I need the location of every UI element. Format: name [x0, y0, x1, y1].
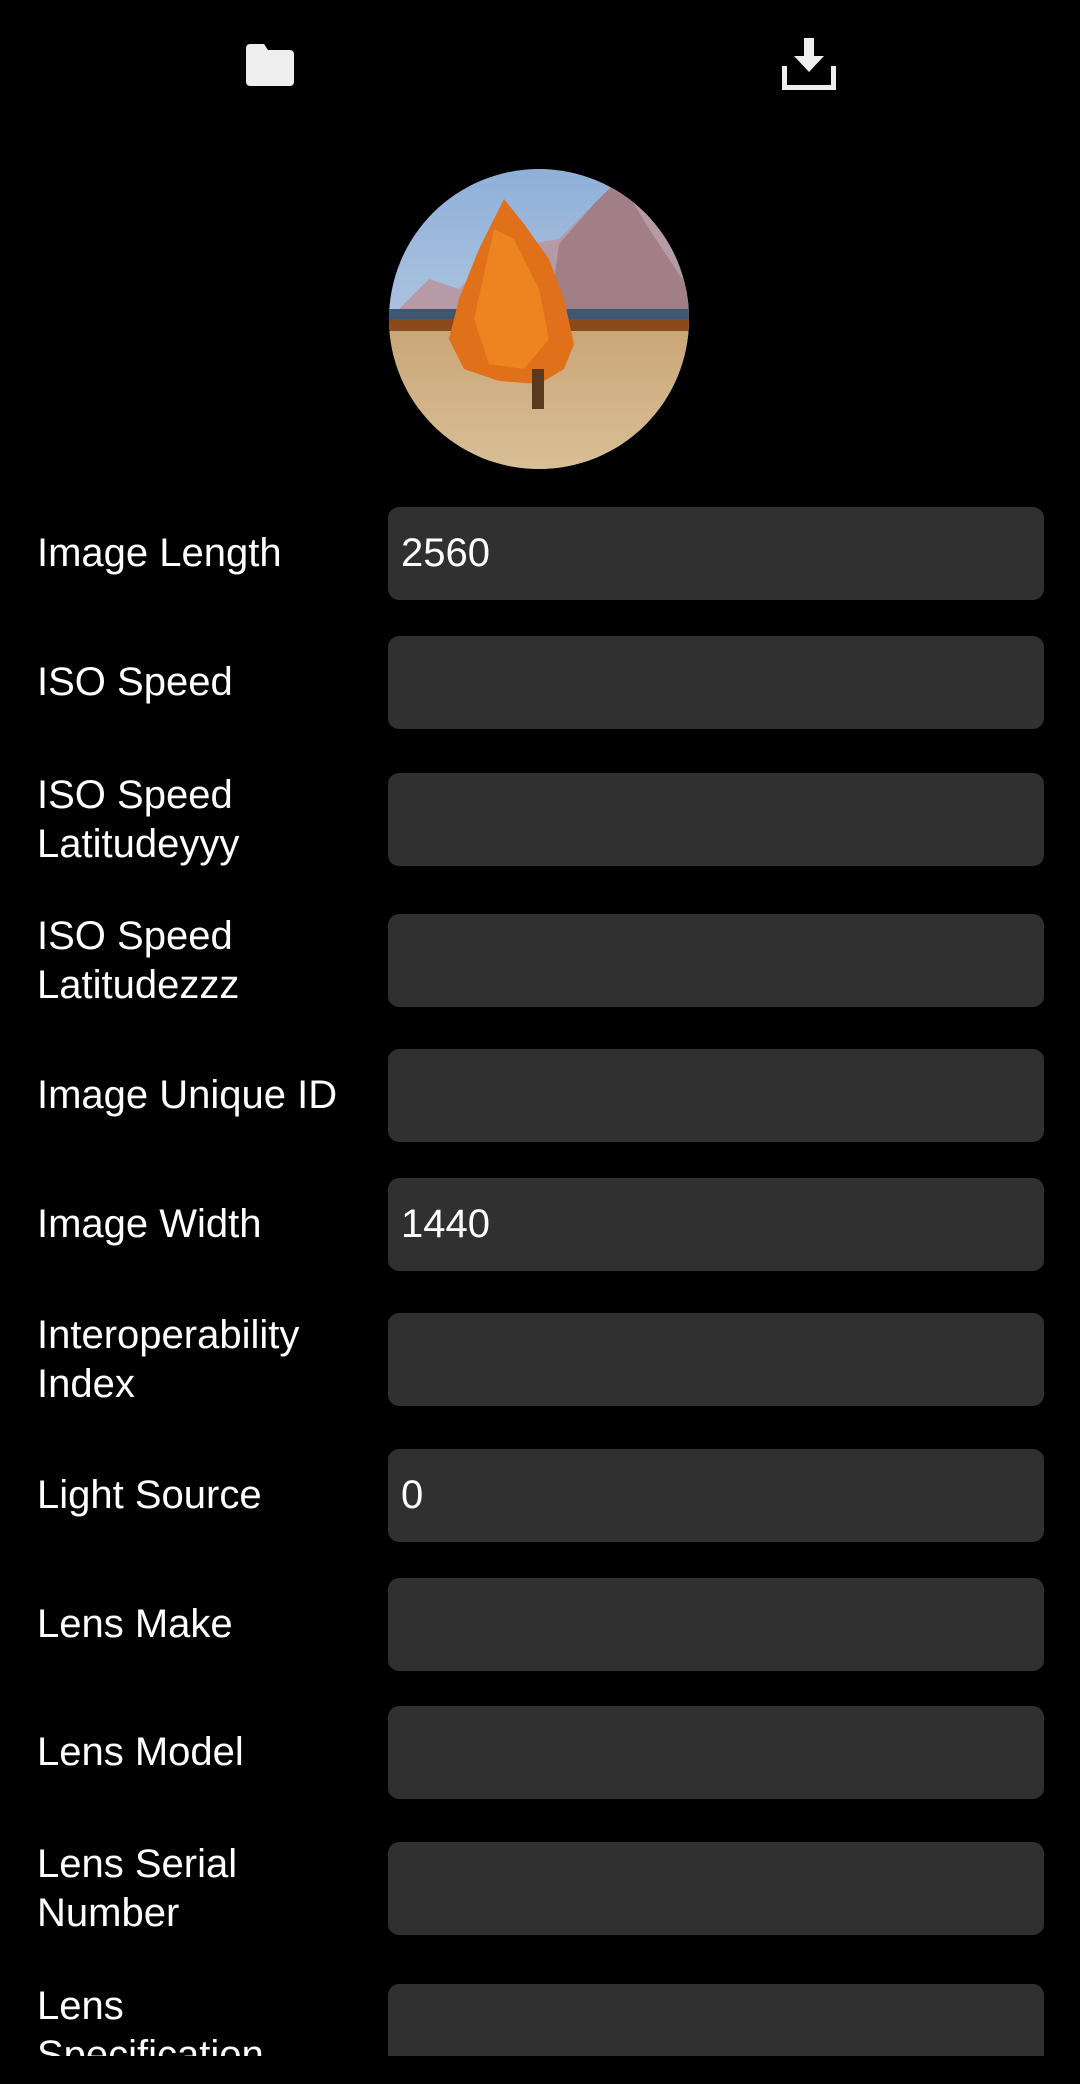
image-width-input[interactable]: [388, 1178, 1044, 1271]
light-source-input[interactable]: [388, 1449, 1044, 1542]
lens-model-input[interactable]: [388, 1706, 1044, 1799]
field-row-iso-speed: ISO Speed: [0, 636, 1080, 729]
field-label: Lens Model: [37, 1730, 244, 1774]
image-unique-id-input[interactable]: [388, 1049, 1044, 1142]
field-row-light-source: Light Source: [0, 1449, 1080, 1542]
field-row-image-width: Image Width: [0, 1178, 1080, 1271]
iso-speed-input[interactable]: [388, 636, 1044, 729]
field-label: Lens Make: [37, 1602, 233, 1646]
interoperability-index-input[interactable]: [388, 1313, 1044, 1406]
field-row-image-unique-id: Image Unique ID: [0, 1049, 1080, 1142]
field-row-iso-speed-latitudezzz: ISO Speed Latitudezzz: [0, 914, 1080, 1007]
field-label: ISO Speed Latitudeyyy: [37, 772, 240, 866]
image-length-input[interactable]: [388, 507, 1044, 600]
field-row-lens-serial-number: Lens Serial Number: [0, 1842, 1080, 1935]
field-row-interoperability-index: Interoperability Index: [0, 1313, 1080, 1406]
field-row-lens-model: Lens Model: [0, 1706, 1080, 1799]
lens-specification-input[interactable]: [388, 1984, 1044, 2056]
exif-field-list[interactable]: Image Length ISO Speed ISO Speed Latitud…: [0, 0, 1080, 2056]
field-row-image-length: Image Length: [0, 507, 1080, 600]
field-label: Image Length: [37, 531, 282, 575]
field-label: Light Source: [37, 1473, 262, 1517]
field-row-iso-speed-latitudeyyy: ISO Speed Latitudeyyy: [0, 773, 1080, 866]
field-label: Interoperability Index: [37, 1312, 300, 1406]
field-label: ISO Speed Latitudezzz: [37, 913, 240, 1007]
lens-serial-number-input[interactable]: [388, 1842, 1044, 1935]
field-label: Lens Serial Number: [37, 1841, 238, 1935]
field-label: Lens Specification: [37, 1983, 264, 2057]
field-label: Image Width: [37, 1202, 262, 1246]
field-row-lens-make: Lens Make: [0, 1578, 1080, 1671]
field-label: ISO Speed: [37, 660, 233, 704]
lens-make-input[interactable]: [388, 1578, 1044, 1671]
iso-speed-latitudeyyy-input[interactable]: [388, 773, 1044, 866]
field-label: Image Unique ID: [37, 1073, 338, 1117]
iso-speed-latitudezzz-input[interactable]: [388, 914, 1044, 1007]
field-row-lens-specification: Lens Specification: [0, 1984, 1080, 2056]
